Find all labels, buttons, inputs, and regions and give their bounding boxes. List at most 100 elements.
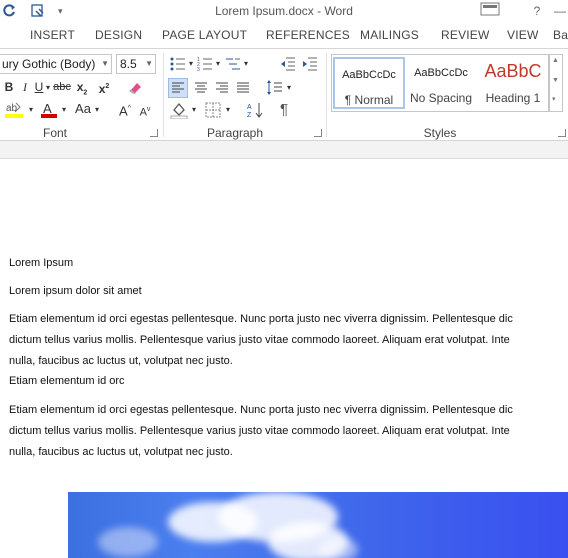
help-button[interactable]: ?	[530, 2, 544, 20]
line-spacing-dropdown-icon[interactable]: ▾	[285, 78, 293, 98]
scroll-down-icon[interactable]: ▼	[552, 77, 559, 84]
style-heading-1[interactable]: AaBbC Heading 1	[477, 57, 549, 109]
chevron-down-icon[interactable]: ▼	[145, 55, 153, 73]
bold-button[interactable]: B	[3, 77, 15, 97]
svg-text:3: 3	[197, 67, 200, 72]
superscript-button[interactable]: x2	[96, 77, 112, 97]
highlight-dropdown-icon[interactable]: ▾	[27, 100, 35, 120]
font-size-combo[interactable]: 8.5 ▼	[116, 54, 156, 74]
svg-text:Z: Z	[247, 112, 252, 119]
styles-gallery-scroll[interactable]: ▲ ▼ ▾	[549, 54, 563, 112]
tab-design[interactable]: DESIGN	[95, 28, 142, 42]
ribbon-bottom-band	[0, 141, 568, 159]
group-separator	[163, 53, 164, 137]
borders-icon[interactable]	[205, 102, 221, 121]
ribbon-display-options-icon[interactable]	[478, 2, 502, 20]
decrease-indent-icon[interactable]	[280, 56, 296, 75]
bullets-icon[interactable]	[170, 56, 186, 75]
document-page[interactable]: Lorem Ipsum Lorem ipsum dolor sit amet E…	[0, 159, 568, 558]
text-line: Etiam elementum id orci egestas pellente…	[9, 404, 513, 416]
bullets-dropdown-icon[interactable]: ▾	[187, 54, 195, 74]
group-separator	[326, 53, 327, 137]
text-line: Lorem ipsum dolor sit amet	[9, 285, 142, 297]
subscript-mark: 2	[83, 89, 88, 97]
align-center-icon[interactable]	[192, 79, 210, 100]
show-formatting-marks-icon[interactable]: ¶	[280, 101, 288, 118]
font-size-value: 8.5	[120, 57, 137, 71]
multilevel-dropdown-icon[interactable]: ▾	[242, 54, 250, 74]
ribbon-tabs: INSERT DESIGN PAGE LAYOUT REFERENCES MAI…	[0, 24, 568, 48]
style-sample: AaBbC	[484, 61, 542, 81]
font-color-icon[interactable]: A	[40, 101, 58, 122]
text-line: dictum tellus varius mollis. Pellentesqu…	[9, 425, 510, 437]
text-line: Lorem Ipsum	[9, 257, 74, 269]
scroll-up-icon[interactable]: ▲	[552, 57, 559, 64]
text-effects-icon[interactable]: ab	[4, 101, 24, 122]
justify-icon[interactable]	[234, 79, 252, 100]
chevron-down-icon[interactable]: ▼	[101, 55, 109, 73]
styles-group-label: Styles	[423, 126, 457, 140]
tab-insert[interactable]: INSERT	[30, 28, 75, 42]
more-styles-icon[interactable]: ▾	[552, 95, 556, 103]
font-group-label: Font	[42, 126, 67, 140]
svg-text:A: A	[43, 101, 52, 116]
style-name: ¶ Normal	[344, 93, 394, 107]
change-case-dropdown-icon[interactable]: ▾	[93, 100, 101, 120]
style-name: Heading 1	[485, 91, 541, 105]
tab-references[interactable]: REFERENCES	[266, 28, 350, 42]
text-line: dictum tellus varius mollis. Pellentesqu…	[9, 334, 510, 346]
text-line: nulla, faucibus ac luctus ut, volutpat n…	[9, 446, 233, 458]
body-paragraph[interactable]: Etiam elementum id orci egestas pellente…	[9, 400, 568, 463]
tab-mailings[interactable]: MAILINGS	[360, 28, 419, 42]
align-right-icon[interactable]	[213, 79, 231, 100]
numbering-icon[interactable]: 123	[197, 56, 213, 75]
numbering-dropdown-icon[interactable]: ▾	[214, 54, 222, 74]
heading-paragraph[interactable]: Lorem Ipsum	[9, 253, 568, 274]
style-sample: AaBbCcDc	[342, 69, 396, 81]
style-no-spacing[interactable]: AaBbCcDc No Spacing	[405, 57, 477, 109]
underline-dropdown-icon[interactable]: ▾	[44, 78, 52, 98]
svg-text:A: A	[247, 104, 252, 111]
subheading-paragraph[interactable]: Etiam elementum id orc	[9, 371, 568, 392]
tab-view[interactable]: VIEW	[507, 28, 538, 42]
increase-indent-icon[interactable]	[302, 56, 318, 75]
subheading-paragraph[interactable]: Lorem ipsum dolor sit amet	[9, 281, 568, 302]
font-color-dropdown-icon[interactable]: ▾	[60, 100, 68, 120]
font-name-combo[interactable]: ury Gothic (Body) ▼	[0, 54, 112, 74]
text-line: Etiam elementum id orc	[9, 375, 125, 387]
grow-font-button[interactable]: A^	[118, 99, 132, 119]
minimize-button[interactable]: —	[553, 2, 567, 20]
paragraph-dialog-launcher-icon[interactable]	[314, 129, 322, 137]
shrink-font-label: A	[139, 106, 147, 119]
style-normal[interactable]: AaBbCcDc ¶ Normal	[333, 57, 405, 109]
styles-dialog-launcher-icon[interactable]	[558, 129, 566, 137]
cloud-shape	[98, 527, 158, 557]
borders-dropdown-icon[interactable]: ▾	[224, 100, 232, 120]
paragraph-group-label: Paragraph	[206, 126, 264, 140]
shading-icon[interactable]	[170, 101, 188, 122]
align-left-icon[interactable]	[168, 78, 188, 98]
text-line: nulla, faucibus ac luctus ut, volutpat n…	[9, 355, 233, 367]
italic-button[interactable]: I	[20, 77, 30, 97]
font-dialog-launcher-icon[interactable]	[150, 129, 158, 137]
subscript-button[interactable]: x2	[74, 77, 90, 97]
line-spacing-icon[interactable]	[266, 79, 284, 100]
style-name: No Spacing	[409, 91, 473, 105]
body-paragraph[interactable]: Etiam elementum id orci egestas pellente…	[9, 309, 568, 372]
tab-review[interactable]: REVIEW	[441, 28, 490, 42]
multilevel-list-icon[interactable]	[225, 56, 241, 75]
superscript-mark: 2	[105, 83, 110, 90]
tab-truncated[interactable]: Ba	[553, 28, 568, 42]
sky-photo-image[interactable]	[68, 492, 568, 558]
tab-page-layout[interactable]: PAGE LAYOUT	[162, 28, 247, 42]
styles-gallery: AaBbCcDc ¶ Normal AaBbCcDc No Spacing Aa…	[331, 54, 549, 112]
shrink-font-button[interactable]: Av	[138, 100, 152, 120]
change-case-button[interactable]: Aa	[74, 99, 92, 119]
shading-dropdown-icon[interactable]: ▾	[190, 100, 198, 120]
cloud-shape	[318, 537, 358, 558]
sort-icon[interactable]: AZ	[246, 101, 264, 122]
style-sample: AaBbCcDc	[414, 67, 468, 79]
clear-formatting-icon[interactable]	[128, 79, 144, 98]
strikethrough-button[interactable]: abc	[52, 77, 72, 97]
font-name-value: ury Gothic (Body)	[2, 57, 96, 71]
